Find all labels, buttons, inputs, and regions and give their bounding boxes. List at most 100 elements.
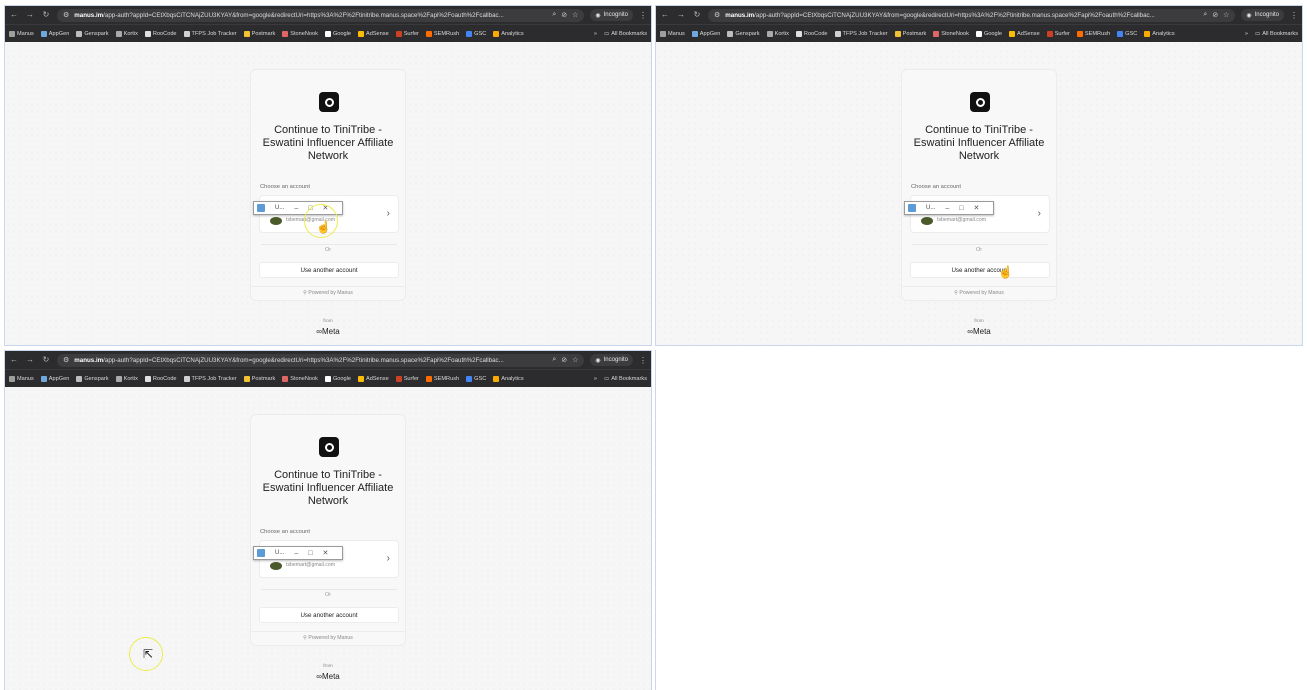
all-bookmarks-button[interactable]: ▭ All Bookmarks xyxy=(604,376,647,382)
bookmark-item[interactable]: GSC xyxy=(466,30,486,37)
account-option[interactable]: tsbemart@gmail.com › U... – □ ✕ xyxy=(904,195,1050,233)
maximize-icon[interactable]: □ xyxy=(959,205,963,212)
close-icon[interactable]: ✕ xyxy=(973,204,979,212)
zoom-icon[interactable]: ⌕ xyxy=(552,11,556,19)
more-bookmarks-button[interactable]: » xyxy=(1245,31,1248,37)
bookmark-item[interactable]: Analytics xyxy=(493,375,524,382)
kebab-menu-icon[interactable]: ⋮ xyxy=(639,11,647,20)
bookmark-item[interactable]: RooCode xyxy=(144,30,177,37)
bookmark-item[interactable]: SEMRush xyxy=(425,375,459,382)
bookmark-item[interactable]: StoneNook xyxy=(282,30,318,37)
bookmark-item[interactable]: Kortix xyxy=(115,30,138,37)
app-logo-icon xyxy=(319,437,339,457)
eye-off-icon[interactable]: ⊘ xyxy=(1212,11,1218,19)
pointer-cursor-icon: ⇱ xyxy=(143,647,154,661)
taskbar-preview-popup[interactable]: U... – □ ✕ xyxy=(253,546,343,560)
reload-icon[interactable]: ↻ xyxy=(41,351,51,369)
bookmark-item[interactable]: StoneNook xyxy=(282,375,318,382)
close-icon[interactable]: ✕ xyxy=(322,549,328,557)
site-settings-icon[interactable]: ⚙ xyxy=(63,356,69,364)
forward-arrow-icon[interactable]: → xyxy=(676,6,686,24)
address-bar[interactable]: ⚙ manus.im/app-auth?appId=CEtXbqsCiTCNAj… xyxy=(57,8,585,22)
bookmark-item[interactable]: AppGen xyxy=(40,375,69,382)
more-bookmarks-button[interactable]: » xyxy=(594,376,597,382)
back-arrow-icon[interactable]: ← xyxy=(9,6,19,24)
bookmark-item[interactable]: Genspark xyxy=(76,375,109,382)
bookmark-item[interactable]: Postmark xyxy=(894,30,926,37)
bookmark-item[interactable]: Surfer xyxy=(1046,30,1070,37)
more-bookmarks-button[interactable]: » xyxy=(594,31,597,37)
bookmarks-bar: Manus AppGen Genspark Kortix RooCode TFPS Job… xyxy=(656,24,1302,42)
bookmark-item[interactable]: TFPS Job Tracker xyxy=(834,30,888,37)
kebab-menu-icon[interactable]: ⋮ xyxy=(639,356,647,365)
bookmark-item[interactable]: GSC xyxy=(1117,30,1137,37)
address-bar[interactable]: ⚙ manus.im/app-auth?appId=CEtXbqsCiTCNAj… xyxy=(57,353,585,367)
bookmark-item[interactable]: Manus xyxy=(660,30,685,37)
incognito-badge[interactable]: ◉ Incognito xyxy=(590,354,633,366)
bookmark-list: Manus AppGen Genspark Kortix RooCode TFPS Job… xyxy=(9,30,524,37)
bookmark-item[interactable]: Google xyxy=(324,375,351,382)
site-settings-icon[interactable]: ⚙ xyxy=(714,11,720,19)
bookmark-item[interactable]: GSC xyxy=(466,375,486,382)
maximize-icon[interactable]: □ xyxy=(308,550,312,557)
taskbar-preview-popup[interactable]: U... – □ ✕ xyxy=(904,201,994,215)
address-bar[interactable]: ⚙ manus.im/app-auth?appId=CEtXbqsCiTCNAj… xyxy=(708,8,1236,22)
bookmark-item[interactable]: AdSense xyxy=(1008,30,1040,37)
bookmark-item[interactable]: SEMRush xyxy=(425,30,459,37)
minimize-icon[interactable]: – xyxy=(945,205,949,212)
empty-grid-slot xyxy=(655,350,1303,690)
bookmark-item[interactable]: Kortix xyxy=(115,375,138,382)
incognito-badge[interactable]: ◉ Incognito xyxy=(1241,9,1284,21)
star-icon[interactable]: ☆ xyxy=(572,11,578,19)
account-option[interactable]: tsbemart@gmail.com › U... – □ ✕ xyxy=(253,540,399,578)
forward-arrow-icon[interactable]: → xyxy=(25,6,35,24)
use-another-account-button[interactable]: Use another account xyxy=(259,607,399,623)
bookmark-item[interactable]: Postmark xyxy=(243,375,275,382)
back-arrow-icon[interactable]: ← xyxy=(9,351,19,369)
zoom-icon[interactable]: ⌕ xyxy=(552,356,556,364)
bookmark-item[interactable]: StoneNook xyxy=(933,30,969,37)
bookmark-item[interactable]: Manus xyxy=(9,30,34,37)
forward-arrow-icon[interactable]: → xyxy=(25,351,35,369)
kebab-menu-icon[interactable]: ⋮ xyxy=(1290,11,1298,20)
bookmark-item[interactable]: SEMRush xyxy=(1076,30,1110,37)
bookmark-item[interactable]: TFPS Job Tracker xyxy=(183,30,237,37)
all-bookmarks-button[interactable]: ▭ All Bookmarks xyxy=(1255,31,1298,37)
minimize-icon[interactable]: – xyxy=(294,550,298,557)
bookmark-item[interactable]: AdSense xyxy=(357,30,389,37)
bookmark-item[interactable]: Genspark xyxy=(76,30,109,37)
bookmark-item[interactable]: Analytics xyxy=(493,30,524,37)
eye-off-icon[interactable]: ⊘ xyxy=(561,11,567,19)
bookmark-item[interactable]: Google xyxy=(324,30,351,37)
eye-off-icon[interactable]: ⊘ xyxy=(561,356,567,364)
reload-icon[interactable]: ↻ xyxy=(692,6,702,24)
minimize-icon[interactable]: – xyxy=(294,205,298,212)
bookmark-item[interactable]: Analytics xyxy=(1144,30,1175,37)
bookmark-item[interactable]: Postmark xyxy=(243,30,275,37)
all-bookmarks-button[interactable]: ▭ All Bookmarks xyxy=(604,31,647,37)
bookmark-item[interactable]: RooCode xyxy=(144,375,177,382)
bookmark-item[interactable]: Surfer xyxy=(395,375,419,382)
star-icon[interactable]: ☆ xyxy=(572,356,578,364)
bookmark-item[interactable]: RooCode xyxy=(795,30,828,37)
bookmark-icon xyxy=(243,30,250,37)
use-another-account-button[interactable]: Use another account xyxy=(259,262,399,278)
site-settings-icon[interactable]: ⚙ xyxy=(63,11,69,19)
reload-icon[interactable]: ↻ xyxy=(41,6,51,24)
bookmark-icon xyxy=(144,30,151,37)
star-icon[interactable]: ☆ xyxy=(1223,11,1229,19)
bookmark-item[interactable]: Google xyxy=(975,30,1002,37)
or-separator: Or xyxy=(975,247,983,253)
bookmark-item[interactable]: AdSense xyxy=(357,375,389,382)
bookmark-item[interactable]: TFPS Job Tracker xyxy=(183,375,237,382)
use-another-account-button[interactable]: Use another account xyxy=(910,262,1050,278)
bookmark-item[interactable]: Genspark xyxy=(727,30,760,37)
bookmark-item[interactable]: AppGen xyxy=(40,30,69,37)
zoom-icon[interactable]: ⌕ xyxy=(1203,11,1207,19)
bookmark-item[interactable]: Manus xyxy=(9,375,34,382)
bookmark-item[interactable]: Kortix xyxy=(766,30,789,37)
incognito-badge[interactable]: ◉ Incognito xyxy=(590,9,633,21)
bookmark-item[interactable]: Surfer xyxy=(395,30,419,37)
bookmark-item[interactable]: AppGen xyxy=(691,30,720,37)
back-arrow-icon[interactable]: ← xyxy=(660,6,670,24)
